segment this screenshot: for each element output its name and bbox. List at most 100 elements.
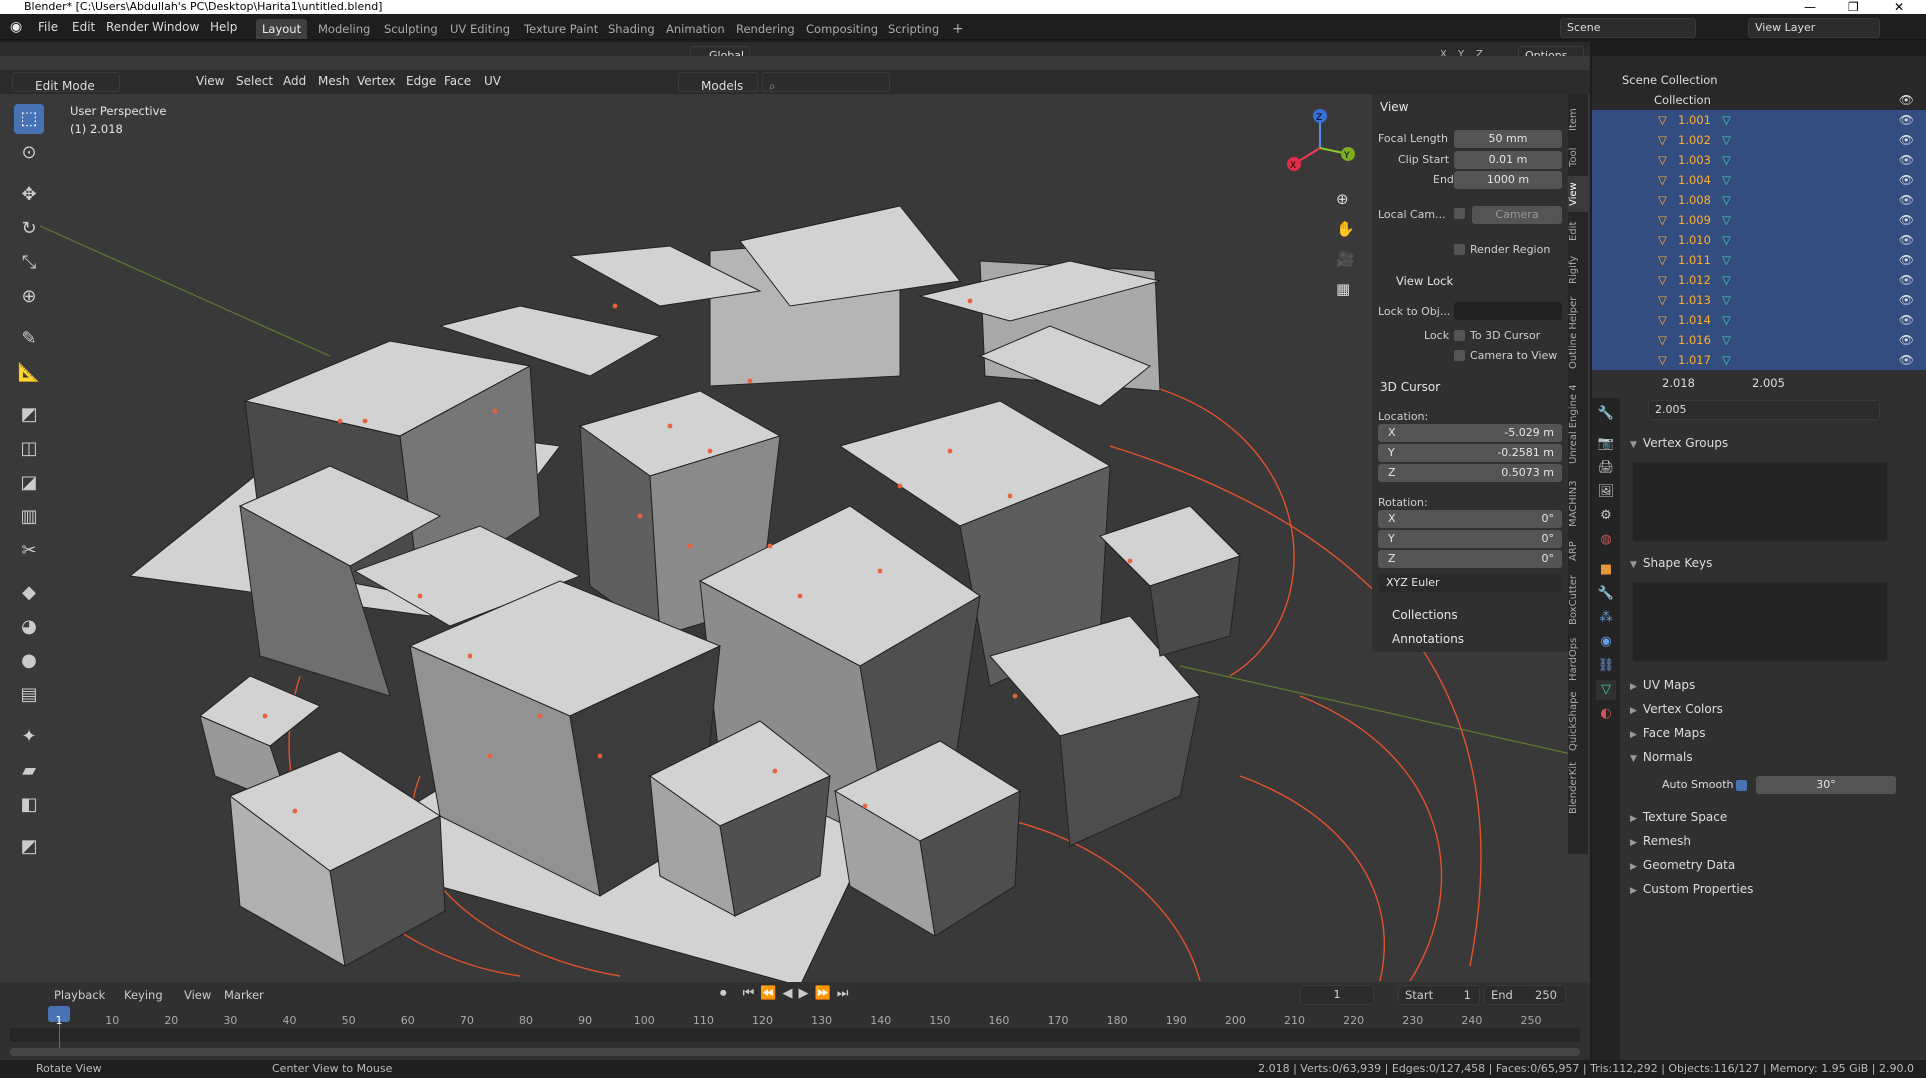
tab-rendering[interactable]: Rendering xyxy=(730,19,801,39)
cursor-z-field[interactable]: Z 0.5073 m xyxy=(1378,464,1562,482)
poly-build-tool[interactable]: ◆ xyxy=(14,578,44,608)
cursor-tool[interactable]: ⊙ xyxy=(14,138,44,168)
3d-cursor-header[interactable]: 3D Cursor xyxy=(1380,380,1440,394)
menu-window[interactable]: Window xyxy=(152,20,199,34)
move-tool[interactable]: ✥ xyxy=(14,180,44,210)
eye-icon[interactable]: 👁 xyxy=(1899,210,1914,230)
menu-help[interactable]: Help xyxy=(210,20,237,34)
outliner-item[interactable]: ▽ 1.010 ▽ 👁 xyxy=(1592,230,1926,250)
loop-cut-tool[interactable]: ▥ xyxy=(14,502,44,532)
lock-object-field[interactable] xyxy=(1454,302,1562,320)
tab-unreal-engine[interactable]: Unreal Engine 4 xyxy=(1568,376,1588,472)
tab-view[interactable]: View xyxy=(1568,176,1588,212)
playback-menu[interactable]: Playback xyxy=(54,988,105,1002)
render-tab-icon[interactable]: 📷 xyxy=(1596,434,1616,454)
end-frame-field[interactable]: End 250 xyxy=(1484,985,1566,1005)
scene-selector[interactable]: Scene xyxy=(1560,18,1696,38)
camera-to-view-checkbox[interactable] xyxy=(1454,350,1465,361)
clip-end-field[interactable]: 1000 m xyxy=(1454,171,1562,189)
close-button[interactable]: ✕ xyxy=(1894,0,1904,14)
tab-texture-paint[interactable]: Texture Paint xyxy=(518,19,604,39)
menu-file[interactable]: File xyxy=(38,20,58,34)
grid-toggle-icon[interactable]: ▦ xyxy=(1336,280,1350,298)
collections-section[interactable]: Collections xyxy=(1392,608,1458,622)
outliner-item[interactable]: ▽ 1.002 ▽ 👁 xyxy=(1592,130,1926,150)
geometry-data-section[interactable]: ▶ Geometry Data xyxy=(1630,858,1735,872)
camera-view-icon[interactable]: 🎥 xyxy=(1336,250,1355,268)
tab-outline-helper[interactable]: Outline Helper xyxy=(1568,294,1588,372)
annotations-section[interactable]: Annotations xyxy=(1392,632,1464,646)
shape-keys-section[interactable]: ▼ Shape Keys xyxy=(1630,556,1712,570)
mesh-data-icon[interactable]: ▽ xyxy=(1722,230,1731,250)
constraints-tab-icon[interactable]: ⛓ xyxy=(1596,656,1616,676)
tab-boxcutter[interactable]: BoxCutter xyxy=(1568,570,1588,630)
shrink-fatten-tool[interactable]: ✦ xyxy=(14,722,44,752)
outliner-item[interactable]: ▽ 1.013 ▽ 👁 xyxy=(1592,290,1926,310)
cursor-x-field[interactable]: X -5.029 m xyxy=(1378,424,1562,442)
mesh-data-icon[interactable]: ▽ xyxy=(1722,350,1731,370)
menu-add[interactable]: Add xyxy=(283,74,306,88)
tab-tool[interactable]: Tool xyxy=(1568,142,1588,172)
output-tab-icon[interactable]: 🖨 xyxy=(1596,458,1616,478)
select-box-tool[interactable]: ⬚ xyxy=(14,104,44,134)
view-layer-tab-icon[interactable]: 🖼 xyxy=(1596,482,1616,502)
extrude-tool[interactable]: ◩ xyxy=(14,400,44,430)
inset-tool[interactable]: ◫ xyxy=(14,434,44,464)
tab-hardops[interactable]: HardOps xyxy=(1568,634,1588,684)
world-tab-icon[interactable]: ◍ xyxy=(1596,530,1616,550)
tab-quickshape[interactable]: QuickShape xyxy=(1568,688,1588,754)
physics-tab-icon[interactable]: ◉ xyxy=(1596,632,1616,652)
eye-icon[interactable]: 👁 xyxy=(1899,130,1914,150)
rotation-x-field[interactable]: X 0° xyxy=(1378,510,1562,528)
vertex-colors-section[interactable]: ▶ Vertex Colors xyxy=(1630,702,1723,716)
menu-uv[interactable]: UV xyxy=(484,74,501,88)
start-frame-field[interactable]: Start 1 xyxy=(1398,985,1480,1005)
collection-row[interactable]: Collection 👁 xyxy=(1592,90,1926,110)
view-layer-selector[interactable]: View Layer xyxy=(1748,18,1880,38)
tab-blenderkit[interactable]: BlenderKit xyxy=(1568,758,1588,818)
camera-field[interactable]: Camera xyxy=(1472,206,1562,224)
focal-length-field[interactable]: 50 mm xyxy=(1454,130,1562,148)
tab-machin3[interactable]: MACHIN3 xyxy=(1568,476,1588,532)
timeline-view-menu[interactable]: View xyxy=(184,988,211,1002)
mesh-data-icon[interactable]: ▽ xyxy=(1722,310,1731,330)
eye-icon[interactable]: 👁 xyxy=(1899,250,1914,270)
menu-face[interactable]: Face xyxy=(444,74,471,88)
eye-icon[interactable]: 👁 xyxy=(1899,290,1914,310)
menu-vertex[interactable]: Vertex xyxy=(357,74,396,88)
eye-icon[interactable]: 👁 xyxy=(1899,110,1914,130)
texture-space-section[interactable]: ▶ Texture Space xyxy=(1630,810,1727,824)
extra-tool[interactable]: ◩ xyxy=(14,832,44,862)
face-maps-section[interactable]: ▶ Face Maps xyxy=(1630,726,1705,740)
outliner-item[interactable]: ▽ 1.009 ▽ 👁 xyxy=(1592,210,1926,230)
mesh-data-icon[interactable]: ▽ xyxy=(1722,290,1731,310)
eye-icon[interactable]: 👁 xyxy=(1899,330,1914,350)
edge-slide-tool[interactable]: ▤ xyxy=(14,680,44,710)
marker-menu[interactable]: Marker xyxy=(224,988,264,1002)
tab-layout[interactable]: Layout xyxy=(256,19,308,39)
menu-view[interactable]: View xyxy=(196,74,224,88)
eye-icon[interactable]: 👁 xyxy=(1899,150,1914,170)
mesh-data-name-field[interactable]: 2.005 xyxy=(1648,400,1880,420)
minimize-button[interactable]: — xyxy=(1804,0,1816,14)
bevel-tool[interactable]: ◪ xyxy=(14,468,44,498)
mesh-data-icon[interactable]: ▽ xyxy=(1722,250,1731,270)
object-tab-icon[interactable]: ■ xyxy=(1596,560,1616,580)
add-workspace-button[interactable]: + xyxy=(946,19,970,39)
current-frame-field[interactable]: 1 xyxy=(1300,985,1374,1005)
mode-selector[interactable]: Edit Mode xyxy=(12,72,120,93)
mesh-data-icon[interactable]: ▽ xyxy=(1722,270,1731,290)
outliner-item[interactable]: ▽ 1.011 ▽ 👁 xyxy=(1592,250,1926,270)
tab-compositing[interactable]: Compositing xyxy=(800,19,884,39)
pan-hand-icon[interactable]: ✋ xyxy=(1336,220,1355,238)
material-tab-icon[interactable]: ◐ xyxy=(1596,704,1616,724)
custom-properties-section[interactable]: ▶ Custom Properties xyxy=(1630,882,1753,896)
tab-item[interactable]: Item xyxy=(1568,102,1588,138)
mesh-data-icon[interactable]: ▽ xyxy=(1722,330,1731,350)
rotation-z-field[interactable]: Z 0° xyxy=(1378,550,1562,568)
mesh-data-icon[interactable]: ▽ xyxy=(1722,170,1731,190)
view-lock-header[interactable]: View Lock xyxy=(1396,274,1453,288)
3d-viewport[interactable]: User Perspective (1) 2.018 Z Y X ⊕ ✋ 🎥 ▦ xyxy=(0,56,1590,986)
eye-icon[interactable]: 👁 xyxy=(1899,90,1914,110)
rip-tool[interactable]: ◧ xyxy=(14,790,44,820)
